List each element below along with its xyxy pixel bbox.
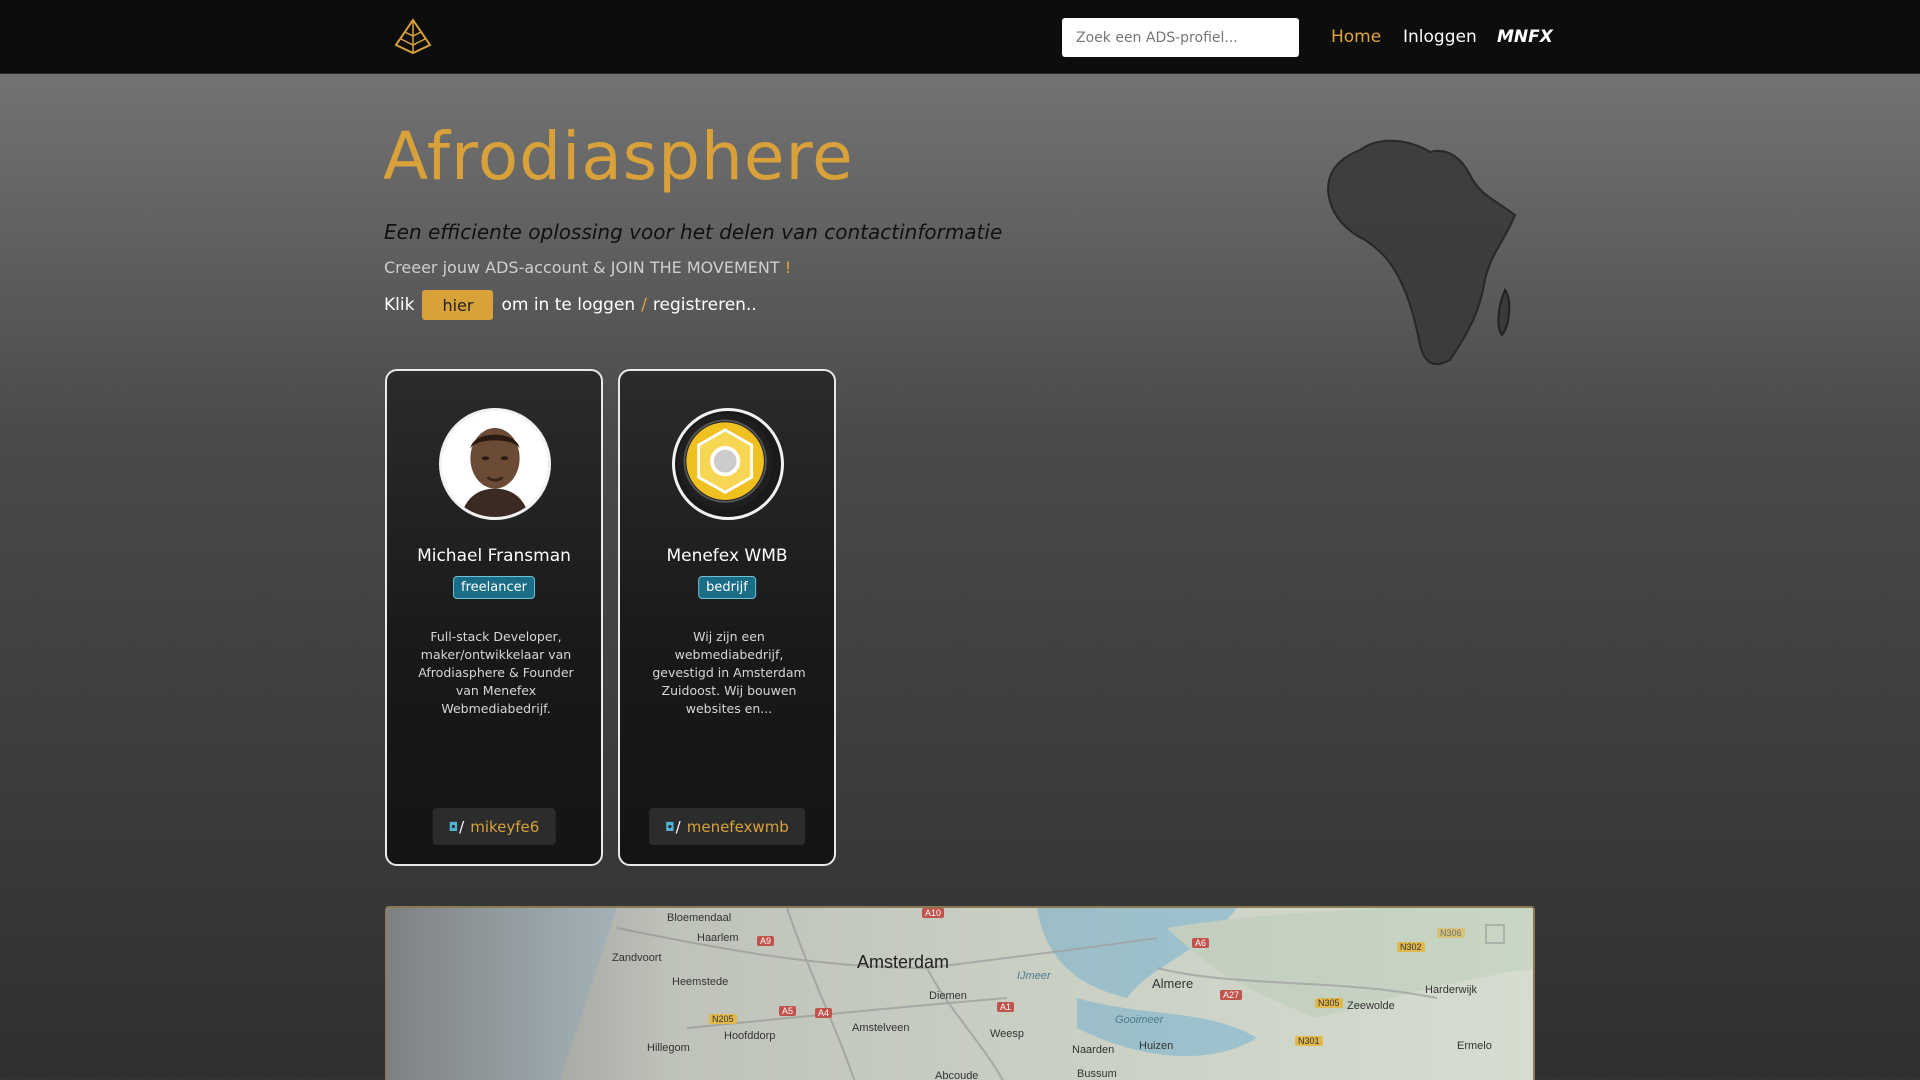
road-marker: N205 xyxy=(709,1014,737,1024)
map-label: Almere xyxy=(1152,976,1194,991)
profile-search-input[interactable] xyxy=(1062,18,1299,57)
profile-name: Michael Fransman xyxy=(417,546,571,566)
road-marker: A4 xyxy=(815,1008,833,1018)
handle-slash: / xyxy=(675,817,681,836)
profile-description: Full-stack Developer, maker/ontwikkelaar… xyxy=(418,629,574,716)
road-marker: A1 xyxy=(997,1002,1015,1012)
road-marker: A10 xyxy=(922,908,945,918)
profile-card[interactable]: Michael Fransman freelancer Full-stack D… xyxy=(385,369,603,866)
nav-home-link[interactable]: Home xyxy=(1331,27,1381,47)
road-marker: A9 xyxy=(757,936,775,946)
road-marker: N306 xyxy=(1437,928,1465,938)
cta-text: Creeer jouw ADS-account & JOIN THE MOVEM… xyxy=(384,258,791,277)
instagram-icon: ◘ xyxy=(665,819,675,834)
instagram-icon: ◘ xyxy=(448,819,459,834)
cta-exclamation: ! xyxy=(784,258,792,277)
road-marker: A6 xyxy=(1192,938,1210,948)
map-label: Harderwijk xyxy=(1425,984,1477,996)
profile-description: Wij zijn een webmediabedrijf, gevestigd … xyxy=(652,629,806,716)
road-marker: A5 xyxy=(779,1006,797,1016)
cta-text-main: Creeer jouw ADS-account & JOIN THE MOVEM… xyxy=(384,258,780,277)
map-label: Diemen xyxy=(929,990,967,1002)
profile-card[interactable]: Menefex WMB bedrijf Wij zijn een webmedi… xyxy=(618,369,836,866)
nav-mnfx-link[interactable]: MNFX xyxy=(1497,27,1553,47)
page-subtitle: Een efficiente oplossing voor het delen … xyxy=(384,220,1003,244)
map-label: Amstelveen xyxy=(852,1022,910,1034)
top-navbar: Home Inloggen MNFX xyxy=(0,0,1920,74)
map-label: Zandvoort xyxy=(612,952,662,964)
profile-name: Menefex WMB xyxy=(666,546,788,566)
nav-login-link[interactable]: Inloggen xyxy=(1403,27,1477,47)
map-label: Weesp xyxy=(990,1028,1025,1040)
map-label: Heemstede xyxy=(672,976,729,988)
africa-map-icon xyxy=(1326,139,1517,366)
map-label: Hoofddorp xyxy=(724,1030,776,1042)
profile-type-badge: bedrijf xyxy=(698,576,756,599)
road-marker: N305 xyxy=(1315,998,1343,1008)
road-marker: N302 xyxy=(1397,942,1425,952)
map-label: Bloemendaal xyxy=(667,912,732,924)
profile-handle-button[interactable]: ◘ / menefexwmb xyxy=(649,808,805,845)
map-label: Ermelo xyxy=(1457,1040,1492,1052)
hexagon-logo-icon xyxy=(672,408,784,520)
map-label: Huizen xyxy=(1139,1040,1174,1052)
profile-handle-button[interactable]: ◘ / mikeyfe6 xyxy=(432,808,556,845)
profile-handle: menefexwmb xyxy=(686,817,789,836)
road-marker: A27 xyxy=(1220,990,1243,1000)
login-prompt: Klik hier om in te loggen / registreren.… xyxy=(384,290,757,320)
map-label-water: Gooimeer xyxy=(1115,1014,1164,1026)
road-marker: N301 xyxy=(1295,1036,1323,1046)
handle-slash: / xyxy=(459,817,465,836)
location-map[interactable]: Bloemendaal Haarlem Zandvoort Heemstede … xyxy=(385,906,1535,1080)
map-label: Zeewolde xyxy=(1347,1000,1395,1012)
login-text: om in te loggen xyxy=(501,295,636,315)
profile-type-badge: freelancer xyxy=(453,576,535,599)
klik-label: Klik xyxy=(384,295,415,315)
map-label-city: Amsterdam xyxy=(857,952,950,972)
register-text: registreren.. xyxy=(652,295,757,315)
pyramid-logo-icon[interactable] xyxy=(393,17,433,57)
person-avatar-icon xyxy=(439,408,551,520)
page-title: Afrodiasphere xyxy=(383,118,854,195)
hier-button[interactable]: hier xyxy=(422,290,494,320)
map-label: Bussum xyxy=(1077,1068,1117,1080)
profile-handle: mikeyfe6 xyxy=(470,817,540,836)
map-label: Naarden xyxy=(1072,1044,1115,1056)
map-fullscreen-icon[interactable] xyxy=(1485,924,1505,944)
separator-slash: / xyxy=(641,295,647,315)
map-label: Abcoude xyxy=(935,1070,979,1080)
map-label-water: IJmeer xyxy=(1017,970,1051,982)
map-label: Hillegom xyxy=(647,1042,690,1054)
map-label: Haarlem xyxy=(697,932,739,944)
